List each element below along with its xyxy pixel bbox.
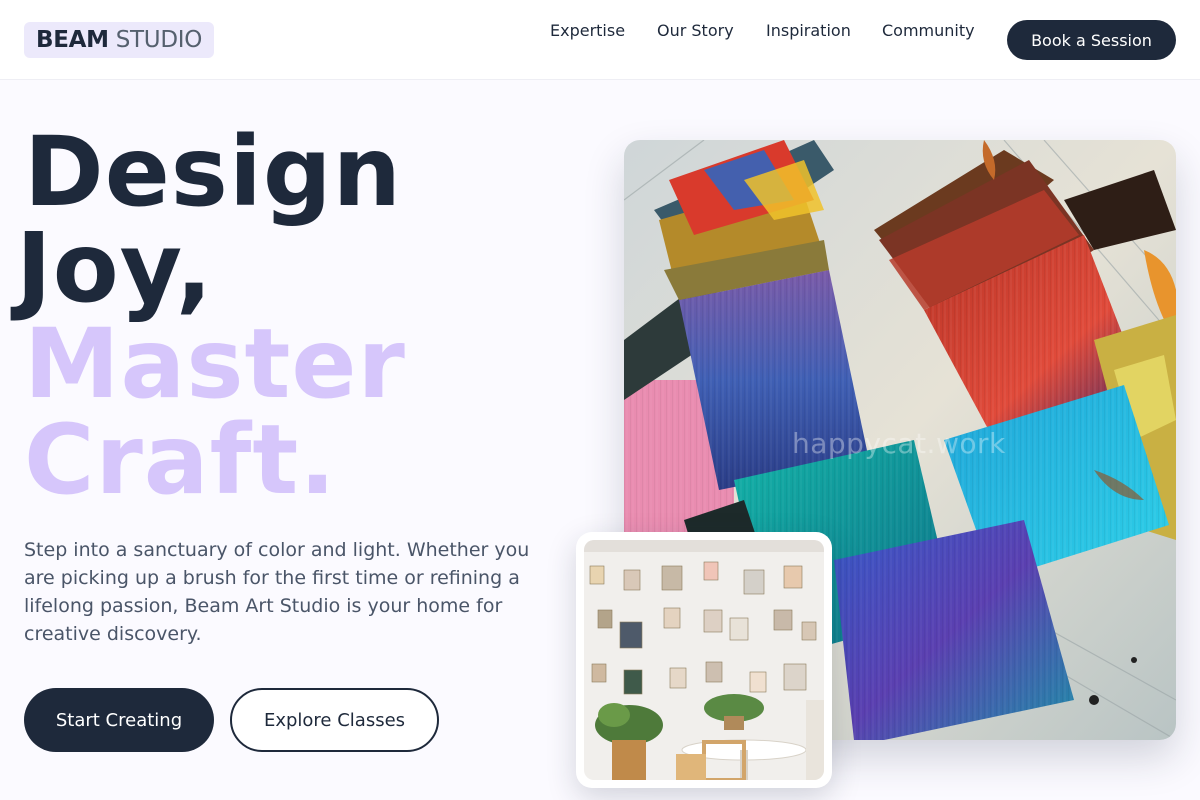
nav-link-inspiration[interactable]: Inspiration xyxy=(766,20,851,42)
headline-line-craft: Craft. xyxy=(24,404,337,516)
nav-link-community[interactable]: Community xyxy=(882,20,975,42)
book-session-button[interactable]: Book a Session xyxy=(1007,20,1176,60)
explore-classes-button[interactable]: Explore Classes xyxy=(230,688,439,752)
logo-word-beam: BEAM xyxy=(36,27,109,53)
site-header: BEAM STUDIO Expertise Our Story Inspirat… xyxy=(0,0,1200,80)
hero-description: Step into a sanctuary of color and light… xyxy=(24,539,530,645)
nav-link-our-story[interactable]: Our Story xyxy=(657,20,734,42)
nav-link-expertise[interactable]: Expertise xyxy=(550,20,625,42)
headline-line-design: Design xyxy=(24,116,402,228)
hero-headline: Design Joy, Master Craft. xyxy=(16,116,406,516)
headline-line-joy: Joy, xyxy=(16,212,214,324)
headline-line-master: Master xyxy=(24,308,406,420)
studio-photo-card xyxy=(576,532,832,788)
logo-word-studio: STUDIO xyxy=(115,27,203,53)
brand-logo[interactable]: BEAM STUDIO xyxy=(24,22,215,58)
start-creating-button[interactable]: Start Creating xyxy=(24,688,214,752)
image-watermark: happycat.work xyxy=(792,427,1006,460)
studio-wall-image xyxy=(584,540,824,780)
studio-wall-illustration xyxy=(584,540,824,780)
